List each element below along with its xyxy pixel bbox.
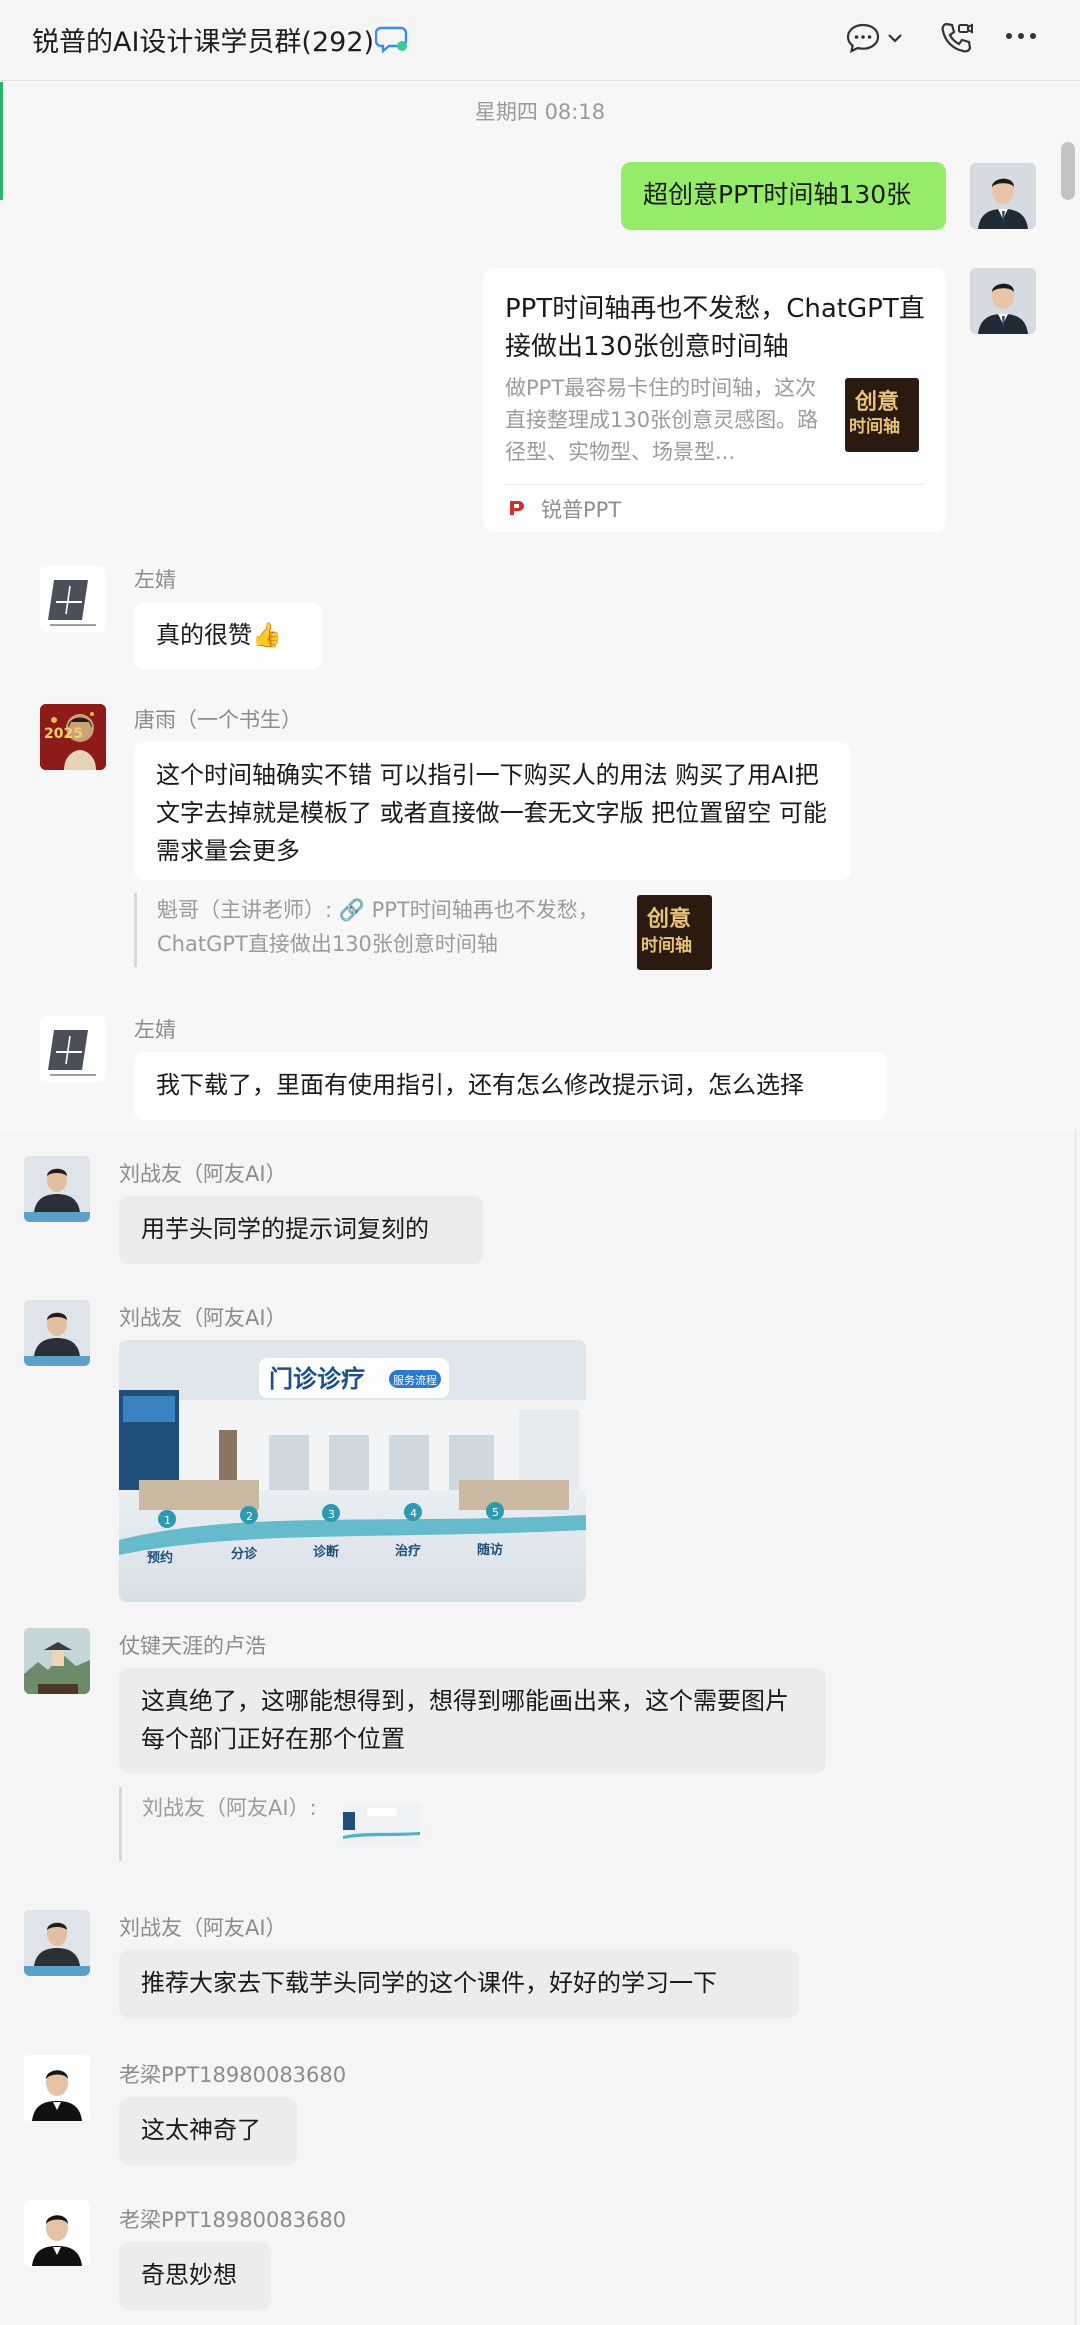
chevron-down-icon[interactable] (887, 32, 903, 44)
message-bubble[interactable]: 这太神奇了 (119, 2097, 297, 2165)
sender-name: 刘战友（阿友AI） (119, 1916, 287, 1940)
phone-video-icon[interactable] (938, 20, 974, 56)
quoted-thumbnail: 创意 时间轴 (637, 895, 712, 970)
message-bubble[interactable]: 奇思妙想 (119, 2242, 271, 2310)
step-number: 5 (492, 1506, 499, 1519)
step-label: 预约 (147, 1550, 173, 1566)
avatar[interactable] (40, 1016, 106, 1082)
quoted-thumbnail (343, 1804, 420, 1846)
message-bubble[interactable]: 这真绝了，这哪能想得到，想得到哪能画出来，这个需要图片每个部门正好在那个位置 (119, 1668, 826, 1773)
panel-divider (1075, 1130, 1076, 2325)
avatar[interactable] (970, 268, 1036, 334)
sender-name: 仗键天涯的卢浩 (119, 1634, 266, 1658)
avatar[interactable] (970, 163, 1036, 229)
image-badge: 服务流程 (393, 1373, 437, 1387)
message-bubble[interactable]: 用芋头同学的提示词复刻的 (119, 1196, 483, 1264)
quoted-message[interactable]: 刘战友（阿友AI）: (119, 1787, 349, 1861)
step-label: 诊断 (313, 1544, 339, 1560)
step-number: 3 (328, 1508, 335, 1521)
sender-name: 左婧 (134, 568, 176, 592)
card-title: PPT时间轴再也不发愁，ChatGPT直接做出130张创意时间轴 (505, 294, 925, 362)
step-number: 1 (164, 1514, 171, 1527)
avatar[interactable]: 2025 (40, 704, 106, 770)
message-bubble[interactable]: 我下载了，里面有使用指引，还有怎么修改提示词，怎么选择 (134, 1052, 887, 1120)
sender-name: 老梁PPT18980083680 (119, 2063, 347, 2087)
ai-chat-icon[interactable] (375, 22, 411, 56)
sender-name: 唐雨（一个书生） (134, 708, 302, 732)
avatar[interactable] (24, 1300, 90, 1366)
step-number: 4 (410, 1507, 417, 1520)
step-label: 随访 (477, 1542, 503, 1558)
avatar[interactable] (40, 566, 106, 632)
card-description: 做PPT最容易卡住的时间轴，这次直接整理成130张创意灵感图。路径型、实物型、场… (505, 376, 819, 464)
sender-name: 刘战友（阿友AI） (119, 1162, 287, 1186)
sender-name: 老梁PPT18980083680 (119, 2208, 347, 2232)
sender-name: 左婧 (134, 1018, 176, 1042)
image-heading: 门诊诊疗 (269, 1365, 365, 1393)
quoted-message[interactable]: 魁哥（主讲老师）: 🔗 PPT时间轴再也不发愁，ChatGPT直接做出130张创… (134, 893, 634, 967)
step-label: 分诊 (231, 1546, 258, 1562)
card-source: 锐普PPT (541, 498, 622, 522)
image-message[interactable]: 门诊诊疗 服务流程 1 2 3 4 5 预约 分诊 诊断 治疗 随访 (119, 1340, 586, 1602)
more-icon[interactable] (1005, 30, 1037, 42)
link-card[interactable]: PPT时间轴再也不发愁，ChatGPT直接做出130张创意时间轴 做PPT最容易… (483, 268, 946, 532)
avatar[interactable] (24, 2200, 90, 2266)
avatar[interactable] (24, 1156, 90, 1222)
sender-name: 刘战友（阿友AI） (119, 1306, 287, 1330)
thumb-text: 时间轴 (641, 936, 692, 956)
group-title: 锐普的AI设计课学员群(292) (32, 27, 375, 58)
source-logo-icon (505, 497, 527, 519)
thumb-text: 时间轴 (849, 417, 900, 437)
avatar[interactable] (24, 2055, 90, 2121)
message-bubble[interactable]: 推荐大家去下载芋头同学的这个课件，好好的学习一下 (119, 1950, 799, 2018)
chat-header: 锐普的AI设计课学员群(292) (0, 0, 1080, 81)
scrollbar-thumb[interactable] (1061, 142, 1075, 200)
step-label: 治疗 (395, 1543, 421, 1559)
avatar[interactable] (24, 1628, 90, 1694)
avatar-year-text: 2025 (44, 726, 83, 742)
message-bubble-self[interactable]: 超创意PPT时间轴130张 (621, 162, 946, 230)
message-bubble[interactable]: 这个时间轴确实不错 可以指引一下购买人的用法 购买了用AI把文字去掉就是模板了 … (134, 742, 851, 880)
message-bubble[interactable]: 真的很赞👍 (134, 602, 322, 670)
message-timestamp: 星期四 08:18 (474, 100, 606, 124)
step-number: 2 (246, 1510, 253, 1523)
card-divider (505, 484, 925, 485)
chat-bubble-icon[interactable] (845, 22, 881, 54)
avatar[interactable] (24, 1910, 90, 1976)
thumb-text: 创意 (647, 906, 692, 932)
card-thumbnail: 创意 时间轴 (845, 378, 919, 452)
